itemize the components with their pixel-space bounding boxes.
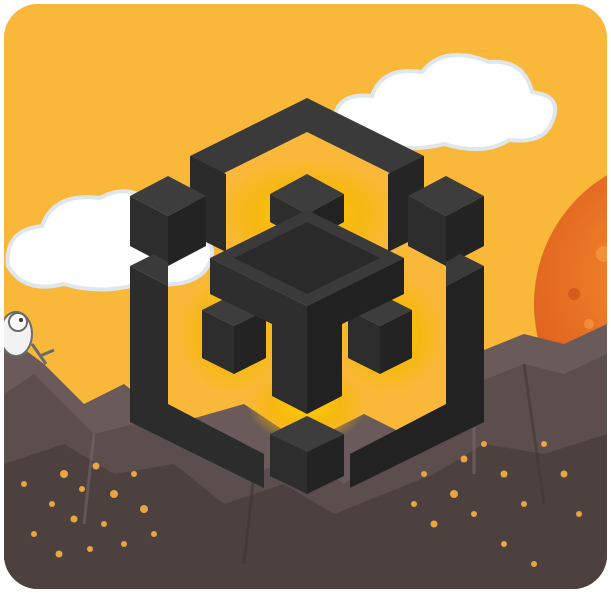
app-icon[interactable] <box>4 4 607 589</box>
app-icon-artwork <box>4 4 607 589</box>
